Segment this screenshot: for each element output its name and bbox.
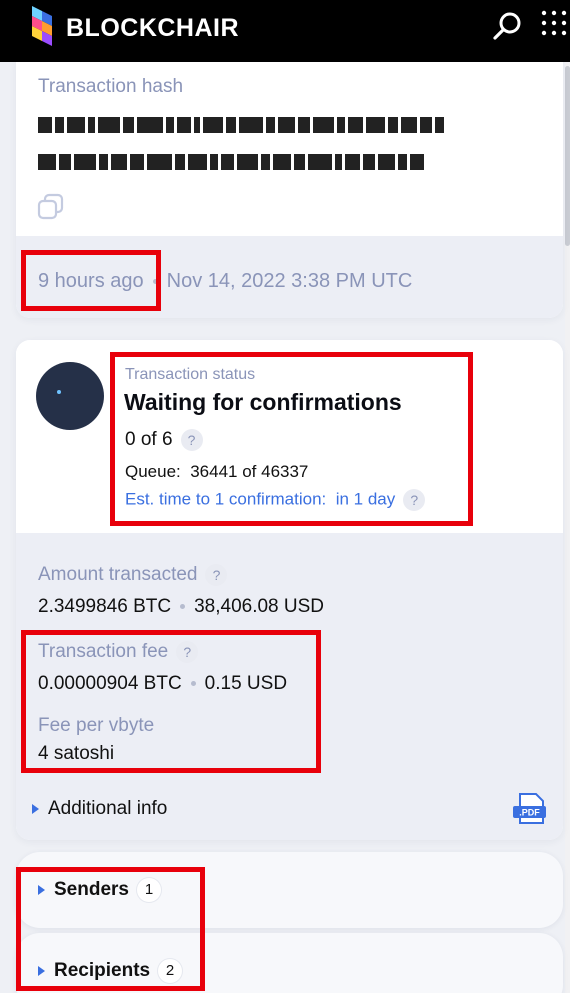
status-main: Waiting for confirmations xyxy=(124,389,402,415)
amount-value-row: 2.3499846 BTC 38,406.08 USD xyxy=(38,596,324,618)
confirmations-value: 0 of 6 xyxy=(125,429,173,451)
absolute-timestamp: Nov 14, 2022 3:38 PM UTC xyxy=(166,270,413,292)
transaction-time: 9 hours ago Nov 14, 2022 3:38 PM UTC xyxy=(38,270,412,293)
page-scroll-thumb[interactable] xyxy=(565,66,570,246)
queue-value: 36441 of 46337 xyxy=(190,462,309,481)
amount-label-row: Amount transacted? xyxy=(38,564,228,586)
transaction-hash-card: Transaction hash 9 hours ago Nov 14, 2022… xyxy=(16,62,563,318)
amount-usd: 38,406.08 USD xyxy=(194,596,325,617)
fee-per-vbyte-value: 4 satoshi xyxy=(38,743,115,764)
expand-triangle-icon xyxy=(38,885,45,895)
additional-info-label: Additional info xyxy=(48,798,168,819)
senders-label: Senders xyxy=(54,879,129,901)
blockchair-logo-icon[interactable] xyxy=(28,4,54,52)
transaction-hash-value-line-2[interactable] xyxy=(38,154,538,170)
recipients-label: Recipients xyxy=(54,960,151,982)
pdf-export-icon[interactable]: .PDF xyxy=(512,792,548,826)
queue-position: Queue: 36441 of 46337 xyxy=(125,462,308,482)
fee-label: Transaction fee xyxy=(38,641,169,663)
senders-section[interactable]: Senders 1 xyxy=(16,852,563,928)
status-indicator-icon xyxy=(36,362,104,430)
fee-usd: 0.15 USD xyxy=(204,673,288,694)
search-icon[interactable] xyxy=(492,10,524,42)
est-help-icon[interactable]: ? xyxy=(403,489,426,511)
transaction-details-card: Transaction status Waiting for confirmat… xyxy=(16,340,563,840)
fee-help-icon[interactable]: ? xyxy=(176,641,199,663)
amount-help-icon[interactable]: ? xyxy=(205,564,228,586)
additional-info-toggle[interactable]: Additional info xyxy=(32,798,167,820)
separator-dot xyxy=(190,681,196,687)
top-bar: BLOCKCHAIR xyxy=(0,0,570,62)
confirmations-count: 0 of 6? xyxy=(125,429,203,451)
amount-btc: 2.3499846 BTC xyxy=(38,596,172,617)
separator-dot xyxy=(152,279,158,285)
separator-dot xyxy=(180,604,186,610)
senders-toggle[interactable]: Senders 1 xyxy=(38,878,161,902)
recipients-count-badge: 2 xyxy=(158,959,183,983)
expand-triangle-icon xyxy=(38,966,45,976)
brand-name[interactable]: BLOCKCHAIR xyxy=(66,14,239,43)
senders-count-badge: 1 xyxy=(136,878,161,902)
fee-label-row: Transaction fee? xyxy=(38,641,199,663)
pdf-label: .PDF xyxy=(519,808,540,818)
status-title: Transaction status xyxy=(125,366,256,383)
est-label[interactable]: Est. time to 1 confirmation: xyxy=(125,489,326,508)
fee-per-vbyte-label: Fee per vbyte xyxy=(38,715,155,736)
status-blip xyxy=(57,390,61,394)
fee-btc: 0.00000904 BTC xyxy=(38,673,182,694)
copy-icon[interactable] xyxy=(36,192,66,222)
recipients-toggle[interactable]: Recipients 2 xyxy=(38,959,183,983)
expand-triangle-icon xyxy=(32,803,39,814)
queue-label: Queue: xyxy=(125,462,181,481)
amount-label: Amount transacted xyxy=(38,564,198,586)
grid-menu-icon[interactable] xyxy=(539,8,570,40)
fee-value-row: 0.00000904 BTC 0.15 USD xyxy=(38,673,287,695)
est-value[interactable]: in 1 day xyxy=(336,489,396,508)
est-confirmation: Est. time to 1 confirmation: in 1 day? xyxy=(125,489,426,511)
transaction-hash-label: Transaction hash xyxy=(38,76,184,97)
transaction-hash-value-line-1[interactable] xyxy=(38,117,538,133)
recipients-section[interactable]: Recipients 2 xyxy=(16,933,563,993)
relative-time: 9 hours ago xyxy=(38,270,144,292)
confirmations-help-icon[interactable]: ? xyxy=(180,429,203,451)
